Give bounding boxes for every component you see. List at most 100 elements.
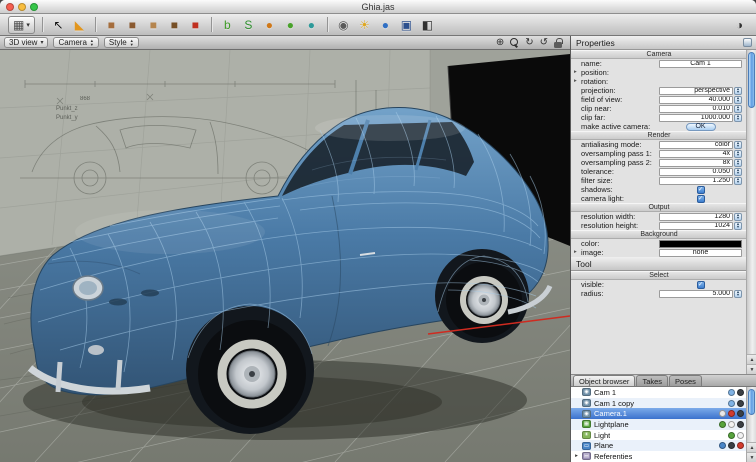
stepper-icon[interactable]: ▲ ▼ [734, 213, 742, 221]
antialiasing-mode-field[interactable]: color [659, 141, 733, 149]
tab-takes[interactable]: Takes [636, 375, 669, 386]
lock-icon[interactable] [554, 37, 563, 48]
badge-icon[interactable] [719, 442, 726, 450]
poly-edit-tool-3[interactable]: ■ [145, 16, 162, 34]
render-tool[interactable]: ▣ [398, 16, 415, 34]
object-row-light[interactable]: ☀ Light [571, 430, 747, 441]
properties-scrollbar[interactable]: ▲ ▼ [746, 50, 756, 374]
stepper-icon[interactable]: ▲ ▼ [734, 159, 742, 167]
clip-far-field[interactable]: 1000.000 [659, 114, 733, 122]
viewport-canvas[interactable]: 868 Punkt_z Punkt_y [0, 49, 571, 462]
poly-edit-tool-2[interactable]: ■ [124, 16, 141, 34]
movie-render-tool[interactable]: ◧ [419, 16, 436, 34]
object-row-cam-1-copy[interactable]: ◉ Cam 1 copy [571, 397, 747, 409]
scroll-up-arrow[interactable]: ▲ [747, 442, 756, 452]
select-tool[interactable]: ↖ [50, 16, 67, 34]
visible-checkbox[interactable]: ✓ [696, 281, 705, 289]
color-swatch[interactable] [659, 240, 742, 248]
field-of-view-field[interactable]: 40.000 [659, 96, 733, 104]
badge-icon[interactable] [737, 420, 744, 428]
object-row-plane[interactable]: ▭ Plane [571, 440, 747, 452]
disclosure-triangle-icon[interactable]: ▸ [574, 453, 579, 459]
badge-icon[interactable] [719, 420, 726, 428]
browser-scrollbar[interactable]: ▲ ▼ [746, 387, 756, 462]
camera-dropdown[interactable]: Camera ▲ ▼ [53, 37, 99, 48]
ruler-tool[interactable]: ◣ [71, 16, 88, 34]
poly-edit-tool-1[interactable]: ■ [103, 16, 120, 34]
orbit-icon[interactable]: ↻ [525, 37, 533, 48]
oversampling-pass-1-field[interactable]: 4x [659, 150, 733, 158]
object-row-camera-1[interactable]: ◉ Camera.1 [571, 408, 747, 420]
scrollbar-thumb[interactable] [748, 52, 755, 108]
badge-icon[interactable] [737, 410, 744, 418]
viewport[interactable]: 868 Punkt_z Punkt_y [0, 49, 571, 462]
organic-blob-tool[interactable]: b [219, 16, 236, 34]
sphere-tool[interactable]: ● [282, 16, 299, 34]
scroll-up-arrow[interactable]: ▲ [747, 354, 756, 364]
image-field[interactable]: none [659, 249, 742, 257]
step-down-icon[interactable]: ▼ [735, 90, 741, 94]
material-ball-tool[interactable]: ● [377, 16, 394, 34]
badge-icon[interactable] [728, 410, 735, 418]
step-down-icon[interactable]: ▼ [130, 42, 134, 47]
make-active-camera-button[interactable]: OK [685, 123, 716, 131]
stepper-icon[interactable]: ▲ ▼ [734, 87, 742, 95]
object-row-lightplane[interactable]: ▦ Lightplane [571, 419, 747, 430]
step-down-icon[interactable]: ▼ [735, 144, 741, 148]
properties-panel-icon[interactable] [743, 38, 752, 47]
stepper-icon[interactable]: ▲ ▼ [734, 150, 742, 158]
view-mode-dropdown[interactable]: 3D view ▾ [4, 37, 49, 48]
scene-info-tool[interactable]: ◑ [731, 16, 748, 34]
step-down-icon[interactable]: ▼ [735, 162, 741, 166]
step-down-icon[interactable]: ▼ [735, 99, 741, 103]
stepper-icon[interactable]: ▲ ▼ [734, 141, 742, 149]
badge-icon[interactable] [719, 410, 726, 418]
scroll-down-arrow[interactable]: ▼ [747, 452, 756, 462]
step-down-icon[interactable]: ▼ [735, 293, 741, 297]
light-tool[interactable]: ☀ [356, 16, 373, 34]
pan-icon[interactable]: ⊕ [496, 37, 504, 48]
disclosure-triangle-icon[interactable]: ▸ [574, 248, 577, 257]
badge-icon[interactable] [728, 388, 735, 396]
step-down-icon[interactable]: ▼ [735, 108, 741, 112]
tab-poses[interactable]: Poses [669, 375, 702, 386]
scrollbar-thumb[interactable] [748, 389, 755, 415]
stepper-icon[interactable]: ▲ ▼ [734, 168, 742, 176]
badge-icon[interactable] [737, 442, 744, 450]
tab-object-browser[interactable]: Object browser [573, 375, 636, 386]
step-down-icon[interactable]: ▼ [735, 180, 741, 184]
name-field[interactable]: Cam 1 [659, 60, 742, 68]
badge-icon[interactable] [728, 399, 735, 407]
zoom-icon[interactable] [510, 38, 519, 47]
projection-field[interactable]: perspective [659, 87, 733, 95]
oversampling-pass-2-field[interactable]: 8x [659, 159, 733, 167]
badge-icon[interactable] [728, 420, 735, 428]
step-down-icon[interactable]: ▼ [735, 171, 741, 175]
resolution-height-field[interactable]: 1024 [659, 222, 733, 230]
camera-light-checkbox[interactable]: ✓ [696, 195, 705, 203]
camera-tool[interactable]: ◉ [335, 16, 352, 34]
disclosure-triangle-icon[interactable]: ▸ [574, 68, 577, 77]
step-down-icon[interactable]: ▼ [90, 42, 94, 47]
poly-edit-tool-4[interactable]: ■ [166, 16, 183, 34]
pot-tool[interactable]: ● [261, 16, 278, 34]
add-object-button[interactable]: ▦ ▾ [8, 15, 35, 34]
shadows-checkbox[interactable]: ✓ [696, 186, 705, 194]
titlebar[interactable]: Ghia.jas [0, 0, 756, 14]
object-row-referenties[interactable]: ▸ ▤ Referenties [571, 451, 747, 462]
step-down-icon[interactable]: ▼ [735, 216, 741, 220]
resolution-width-field[interactable]: 1280 [659, 213, 733, 221]
camera-stepper[interactable]: ▲ ▼ [90, 39, 94, 46]
step-down-icon[interactable]: ▼ [735, 117, 741, 121]
badge-icon[interactable] [728, 431, 735, 439]
rotate-view-icon[interactable]: ↺ [540, 37, 548, 48]
step-down-icon[interactable]: ▼ [735, 153, 741, 157]
style-dropdown[interactable]: Style ▲ ▼ [103, 37, 139, 48]
stepper-icon[interactable]: ▲ ▼ [734, 96, 742, 104]
stepper-icon[interactable]: ▲ ▼ [734, 114, 742, 122]
spline-tool[interactable]: S [240, 16, 257, 34]
badge-icon[interactable] [728, 442, 735, 450]
figure-tool[interactable]: ● [303, 16, 320, 34]
stepper-icon[interactable]: ▲ ▼ [734, 290, 742, 298]
clip-near-field[interactable]: 0.010 [659, 105, 733, 113]
